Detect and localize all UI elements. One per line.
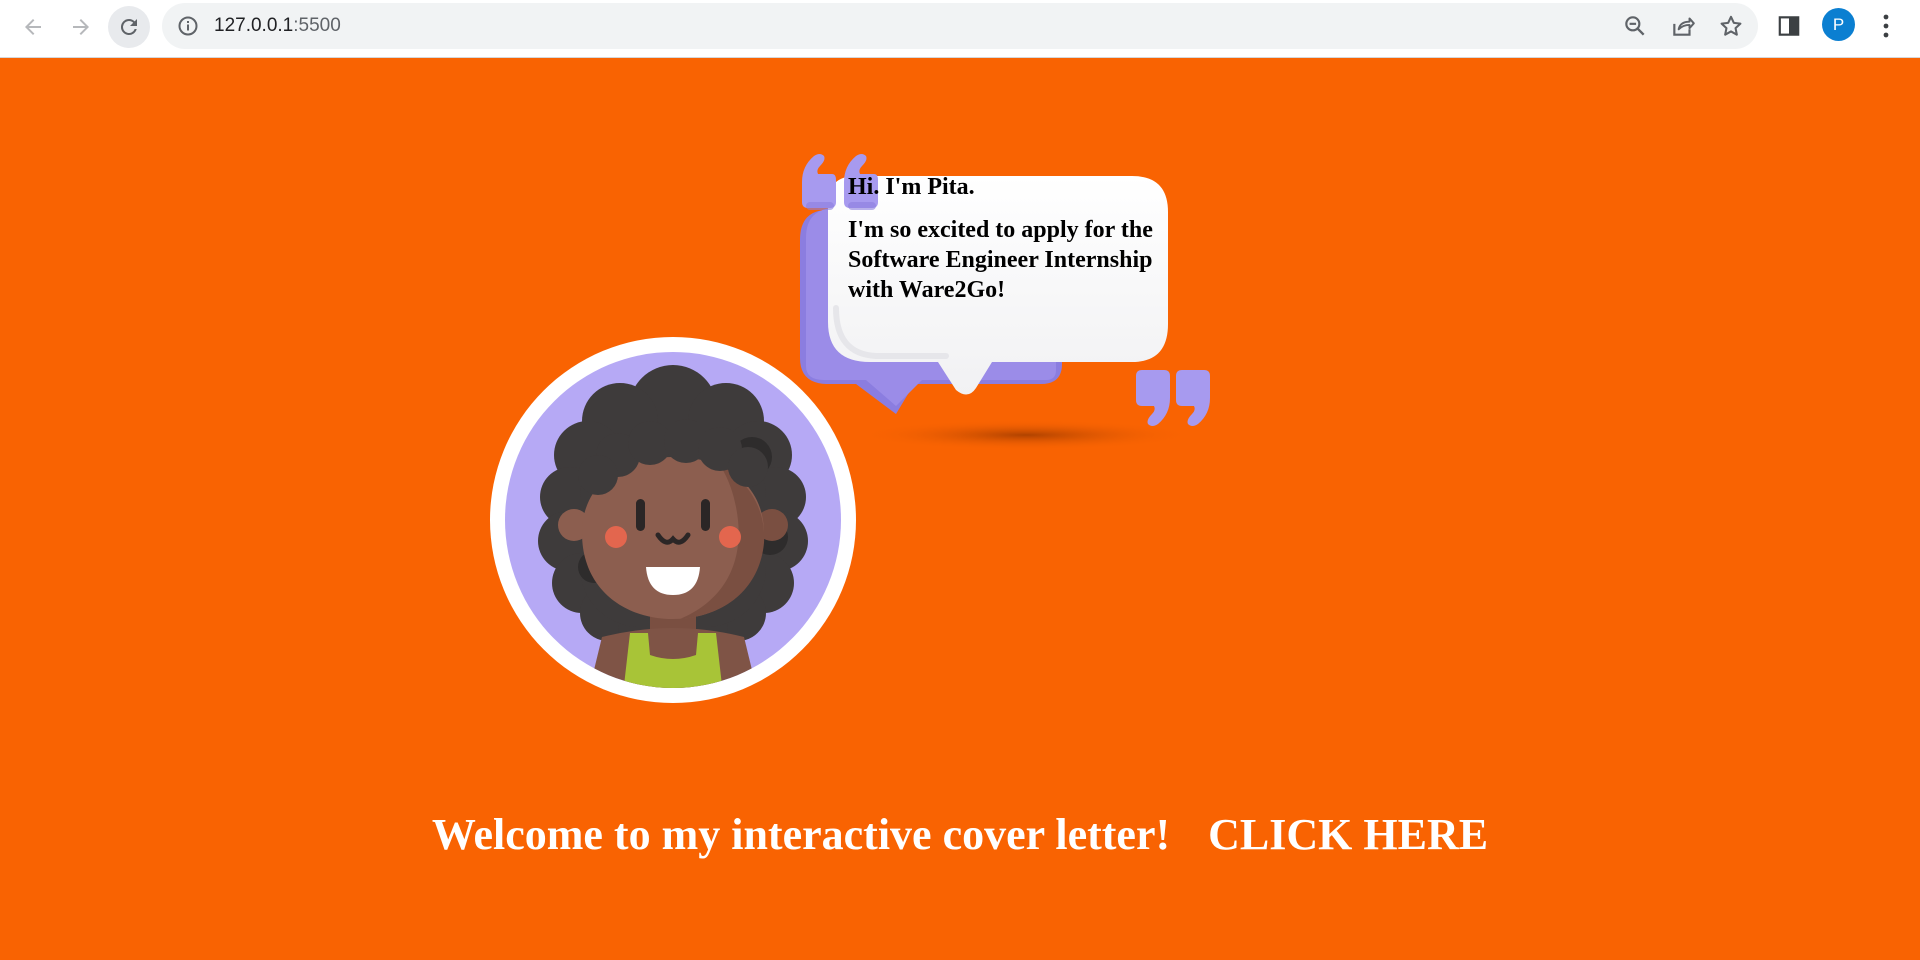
kebab-menu-icon[interactable] — [1876, 12, 1896, 40]
url-host: 127.0.0.1 — [214, 15, 294, 36]
url-port: :5500 — [293, 15, 341, 36]
welcome-text: Welcome to my interactive cover letter! — [431, 810, 1171, 859]
welcome-row: Welcome to my interactive cover letter! C… — [0, 808, 1920, 862]
reload-icon — [120, 18, 137, 35]
back-arrow-icon — [25, 19, 41, 35]
click-here-link[interactable]: CLICK HERE — [1208, 808, 1488, 862]
bubble-message: I'm so excited to apply for the Software… — [848, 217, 1153, 303]
url-text[interactable]: 127.0.0.1:5500 — [214, 15, 341, 37]
page-content: Hi. I'm Pita. I'm so excited to apply fo… — [0, 58, 1920, 960]
forward-arrow-icon — [73, 19, 89, 35]
reload-button[interactable] — [108, 6, 150, 48]
back-button[interactable] — [12, 6, 54, 48]
bookmark-star-icon[interactable] — [1718, 13, 1744, 39]
zoom-out-icon[interactable] — [1622, 13, 1648, 39]
info-icon[interactable] — [176, 14, 200, 38]
share-icon[interactable] — [1670, 13, 1696, 39]
browser-toolbar: 127.0.0.1:5500 P — [0, 0, 1920, 58]
forward-button[interactable] — [60, 6, 102, 48]
address-bar[interactable]: 127.0.0.1:5500 — [162, 3, 1758, 49]
side-panel-icon[interactable] — [1776, 13, 1802, 39]
bubble-greeting: Hi. I'm Pita. — [848, 174, 975, 200]
speech-bubble-text: Hi. I'm Pita. I'm so excited to apply fo… — [848, 173, 1184, 305]
profile-avatar[interactable]: P — [1822, 8, 1855, 41]
avatar-illustration — [490, 337, 856, 703]
